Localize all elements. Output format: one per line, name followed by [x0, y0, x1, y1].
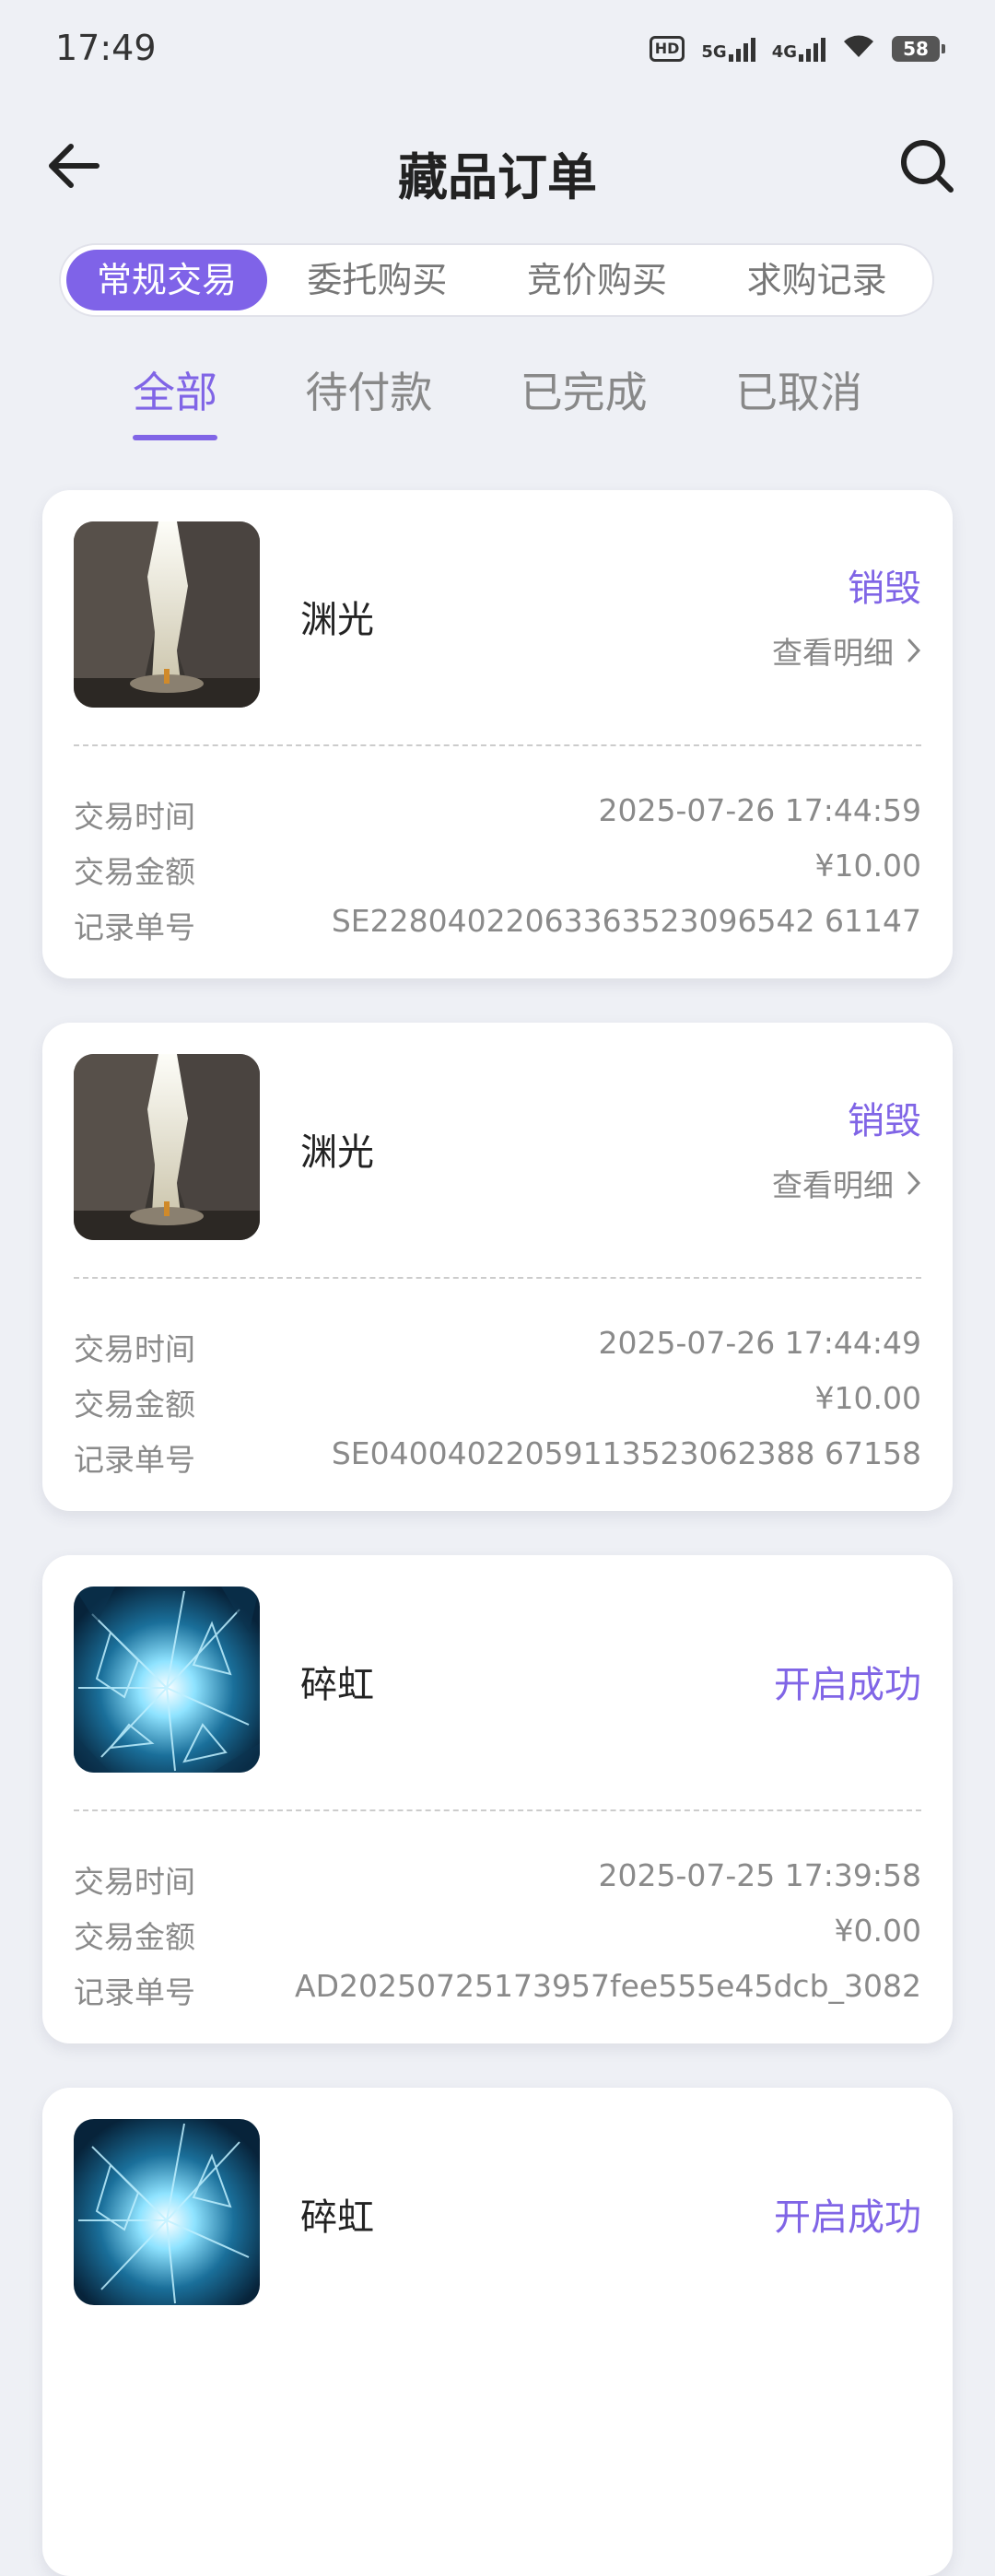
- trade-time-row: 交易时间 2025-07-25 17:39:58: [74, 1857, 921, 1903]
- collectible-image: [74, 2119, 260, 2305]
- tab-cancelled[interactable]: 已取消: [704, 359, 894, 433]
- hd-icon: HD: [649, 36, 685, 62]
- order-status-tabs: 全部 待付款 已完成 已取消: [101, 359, 894, 440]
- record-id-row: 记录单号 SE04004022059113523062388 67158: [74, 1435, 921, 1481]
- order-card[interactable]: 碎虹 开启成功: [42, 2088, 953, 2576]
- trade-amount-row: 交易金额 ¥10.00: [74, 1380, 921, 1426]
- tab-entrusted-purchase[interactable]: 委托购买: [267, 250, 487, 310]
- record-id-label: 记录单号: [74, 909, 195, 945]
- record-id-label: 记录单号: [74, 1974, 195, 2010]
- wifi-icon: [842, 33, 875, 64]
- order-status: 开启成功: [774, 2196, 921, 2239]
- view-details-label: 查看明细: [772, 635, 894, 671]
- view-details-label: 查看明细: [772, 1167, 894, 1203]
- trade-amount-value: ¥10.00: [814, 848, 921, 884]
- trade-time-row: 交易时间 2025-07-26 17:44:59: [74, 792, 921, 838]
- trade-amount-value: ¥10.00: [814, 1380, 921, 1416]
- collectible-name: 渊光: [300, 599, 374, 641]
- order-card[interactable]: 碎虹 开启成功 交易时间 2025-07-25 17:39:58 交易金额 ¥0…: [42, 1555, 953, 2043]
- collectible-image: [74, 1587, 260, 1773]
- trade-amount-row: 交易金额 ¥0.00: [74, 1913, 921, 1959]
- trade-time-label: 交易时间: [74, 799, 195, 835]
- trade-amount-row: 交易金额 ¥10.00: [74, 848, 921, 894]
- order-status: 销毁: [848, 1100, 921, 1142]
- order-card[interactable]: 渊光 销毁 查看明细 交易时间 2025-07-26 17:44:59 交易金额…: [42, 490, 953, 978]
- trade-time-value: 2025-07-25 17:39:58: [598, 1857, 921, 1893]
- chevron-right-icon: [907, 638, 921, 662]
- record-id-value: AD20250725173957fee555e45dcb_3082: [295, 1968, 921, 2004]
- tab-all[interactable]: 全部: [101, 359, 249, 440]
- record-id-row: 记录单号 AD20250725173957fee555e45dcb_3082: [74, 1968, 921, 2014]
- trade-amount-value: ¥0.00: [834, 1913, 921, 1949]
- signal-5g-icon: 5G: [701, 36, 755, 62]
- record-id-row: 记录单号 SE22804022063363523096542 61147: [74, 903, 921, 949]
- status-icons: HD 5G 4G 58: [649, 33, 945, 64]
- collectible-image: [74, 1054, 260, 1240]
- trade-time-value: 2025-07-26 17:44:59: [598, 792, 921, 828]
- divider: [74, 1809, 921, 1811]
- signal-4g-icon: 4G: [772, 36, 825, 62]
- collectible-name: 碎虹: [300, 2196, 374, 2239]
- view-details-link[interactable]: 查看明细: [772, 1161, 921, 1205]
- tab-bidding-purchase[interactable]: 竞价购买: [487, 250, 708, 310]
- trade-time-label: 交易时间: [74, 1331, 195, 1367]
- collectible-name: 碎虹: [300, 1664, 374, 1706]
- view-details-link[interactable]: 查看明细: [772, 628, 921, 673]
- trade-amount-label: 交易金额: [74, 854, 195, 890]
- order-status: 销毁: [848, 568, 921, 610]
- order-status: 开启成功: [774, 1664, 921, 1706]
- divider: [74, 744, 921, 746]
- trade-type-tabs: 常规交易 委托购买 竞价购买 求购记录: [59, 243, 934, 317]
- nav-bar: 藏品订单: [0, 120, 995, 212]
- page-title: 藏品订单: [398, 148, 597, 206]
- tab-pending-payment[interactable]: 待付款: [274, 359, 463, 433]
- divider: [74, 1277, 921, 1279]
- tab-regular-trade[interactable]: 常规交易: [66, 250, 267, 310]
- trade-time-value: 2025-07-26 17:44:49: [598, 1325, 921, 1361]
- record-id-label: 记录单号: [74, 1442, 195, 1478]
- tab-completed[interactable]: 已完成: [489, 359, 679, 433]
- collectible-name: 渊光: [300, 1131, 374, 1174]
- search-icon[interactable]: [890, 129, 964, 203]
- order-card[interactable]: 渊光 销毁 查看明细 交易时间 2025-07-26 17:44:49 交易金额…: [42, 1023, 953, 1511]
- battery-icon: 58: [892, 36, 945, 62]
- status-time: 17:49: [55, 28, 157, 68]
- record-id-value: SE04004022059113523062388 67158: [331, 1435, 921, 1471]
- trade-time-row: 交易时间 2025-07-26 17:44:49: [74, 1325, 921, 1371]
- trade-time-label: 交易时间: [74, 1864, 195, 1900]
- record-id-value: SE22804022063363523096542 61147: [331, 903, 921, 939]
- trade-amount-label: 交易金额: [74, 1919, 195, 1955]
- chevron-right-icon: [907, 1171, 921, 1195]
- collectible-image: [74, 521, 260, 708]
- tab-want-to-buy-records[interactable]: 求购记录: [707, 250, 927, 310]
- status-bar: 17:49 HD 5G 4G 58: [0, 0, 995, 101]
- trade-amount-label: 交易金额: [74, 1387, 195, 1423]
